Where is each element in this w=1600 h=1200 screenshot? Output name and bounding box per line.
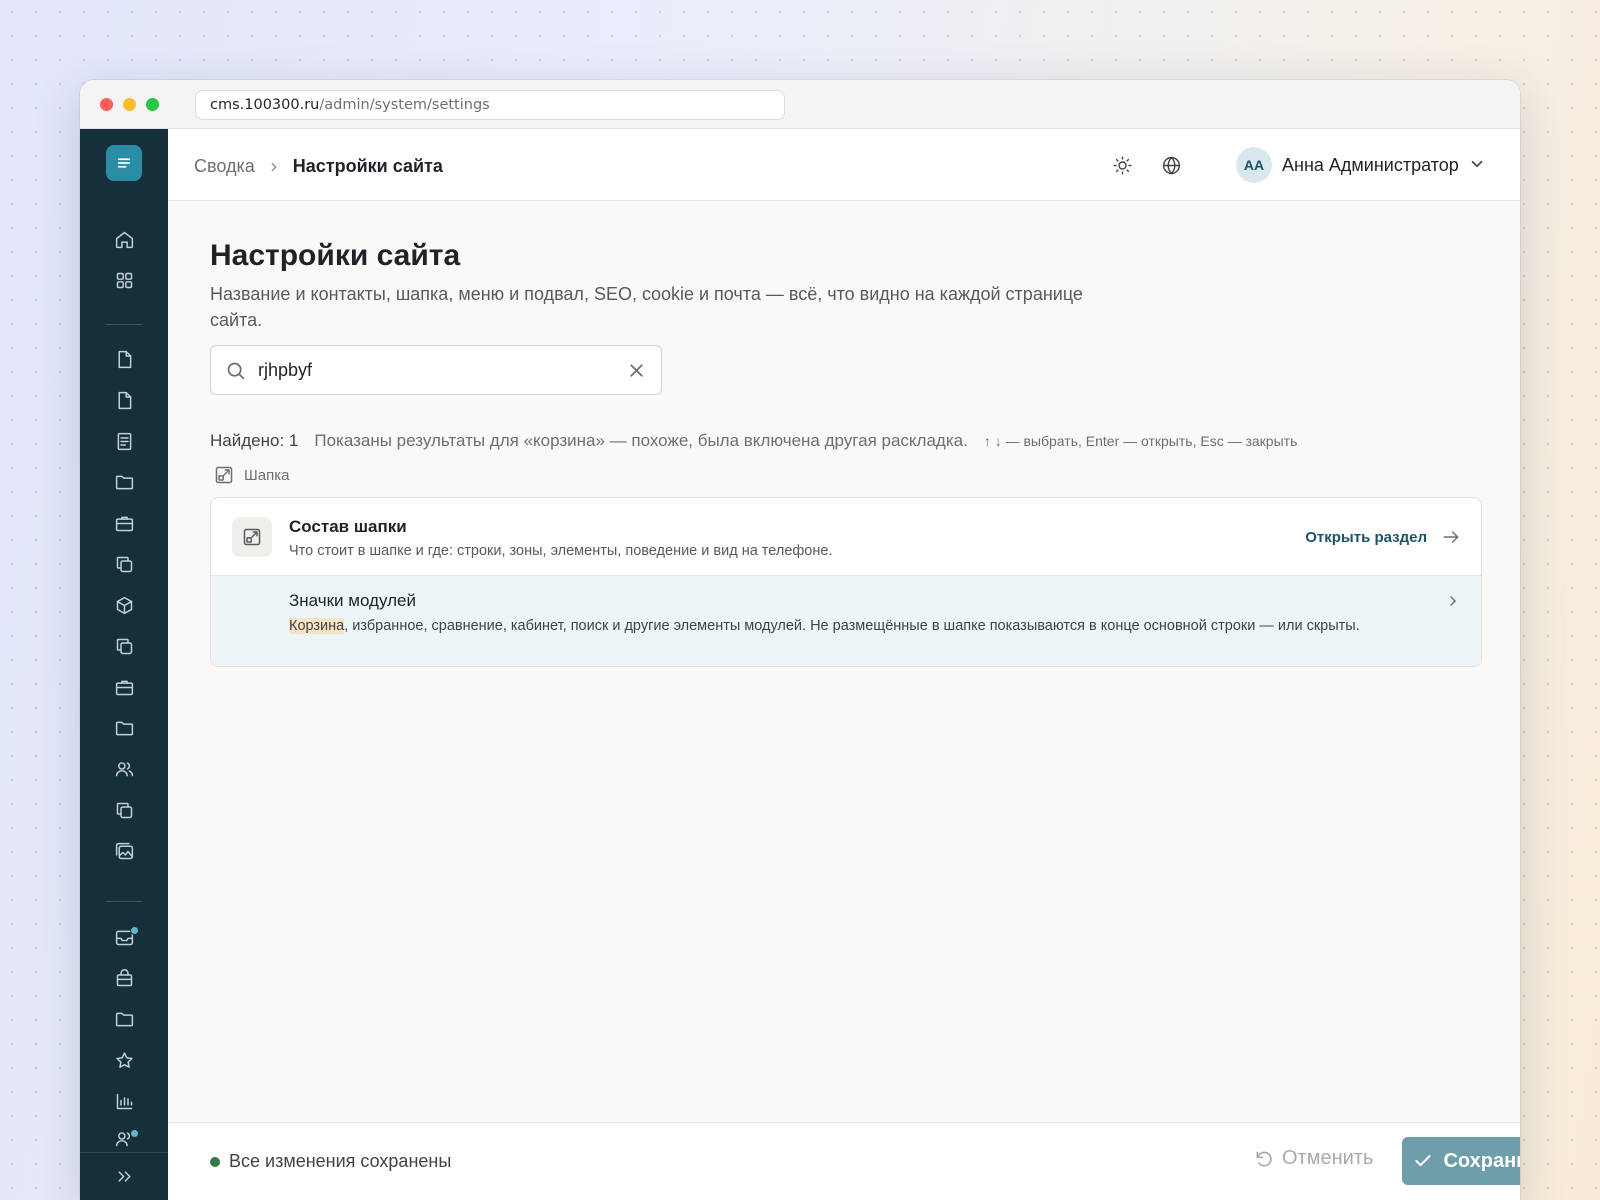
result-group-label: Шапка [214,465,289,485]
list-icon[interactable] [112,429,136,453]
settings-search-field[interactable]: rjhpbyf [210,345,662,395]
results-count: Найдено: 1 [210,431,299,450]
check-icon [1415,1155,1432,1167]
save-button[interactable]: Сохранить [1402,1137,1520,1185]
result-item-title: Значки модулей [289,591,416,610]
search-input-value[interactable]: rjhpbyf [258,360,312,381]
breadcrumb-current: Настройки сайта [292,156,443,176]
notification-dot [130,926,139,935]
sidebar-footer-divider [80,1152,168,1153]
header-section-icon [232,517,272,557]
clear-search-close-icon[interactable] [626,360,647,386]
open-section-label: Открыть раздел [1305,528,1427,546]
save-label: Сохранить [1443,1149,1520,1172]
saved-status-text: Все изменения сохранены [229,1151,452,1171]
cancel-button[interactable]: Отменить [1254,1147,1373,1170]
home-icon[interactable] [112,227,136,251]
notification-dot [130,1129,139,1138]
chevron-right-icon [267,160,281,174]
expand-sidebar-icon[interactable] [112,1164,136,1188]
top-bar: Сводка Настройки сайта AA Анна Администр… [168,129,1520,201]
maximize-window-button[interactable] [146,97,159,111]
page-title: Настройки сайта [210,239,461,272]
header-section-icon [215,466,233,484]
folder-icon[interactable] [112,1007,136,1031]
avatar[interactable]: AA [1236,147,1272,183]
cancel-label: Отменить [1282,1147,1374,1169]
user-name[interactable]: Анна Администратор [1282,155,1459,176]
file-icon[interactable] [112,388,136,412]
apps-icon[interactable] [112,268,136,292]
search-icon [225,360,246,386]
chart-icon[interactable] [112,1089,136,1113]
browser-chrome: cms.100300.ru/admin/system/settings [80,80,1520,129]
briefcase-icon[interactable] [112,675,136,699]
browser-window: cms.100300.ru/admin/system/settings Свод… [80,80,1520,1200]
main-area: Сводка Настройки сайта AA Анна Администр… [168,129,1520,1200]
folder-icon[interactable] [112,470,136,494]
open-section-link[interactable]: Открыть раздел [1305,527,1461,547]
breadcrumb-root-link[interactable]: Сводка [194,156,255,177]
arrow-right-icon [1443,531,1459,543]
layout-hint: Показаны результаты для «корзина» — похо… [314,431,968,450]
bag-icon[interactable] [112,966,136,990]
close-window-button[interactable] [100,97,113,111]
undo-icon [1256,1151,1272,1167]
layers-icon[interactable] [112,798,136,822]
chevron-right-icon [1445,593,1461,614]
breadcrumb: Сводка Настройки сайта [194,156,443,177]
logo-button[interactable] [106,145,142,181]
section-subtitle: Что стоит в шапке и где: строки, зоны, э… [289,543,833,559]
saved-status-dot [210,1157,220,1167]
result-item-row[interactable]: Значки модулей Корзина, избранное, сравн… [211,576,1481,666]
file-icon[interactable] [112,347,136,371]
menu-lines-icon [117,158,131,168]
result-item-description-text: , избранное, сравнение, кабинет, поиск и… [344,618,1360,634]
language-globe-icon[interactable] [1159,153,1183,177]
users-icon[interactable] [112,757,136,781]
group-label-text: Шапка [244,466,290,484]
result-item-description: Корзина, избранное, сравнение, кабинет, … [289,616,1379,637]
folder-icon[interactable] [112,716,136,740]
page-description: Название и контакты, шапка, меню и подва… [210,284,1083,330]
chevron-down-icon[interactable] [1468,155,1486,178]
search-highlight: Корзина [289,618,345,634]
result-card: Состав шапки Что стоит в шапке и где: ст… [210,497,1482,667]
layers-icon[interactable] [112,552,136,576]
sidebar-divider [106,901,142,902]
section-title: Состав шапки [289,517,407,536]
star-icon[interactable] [112,1048,136,1072]
url-host: cms.100300.ru [210,97,320,113]
sidebar [80,129,168,1200]
result-section-header[interactable]: Состав шапки Что стоит в шапке и где: ст… [211,498,1481,576]
search-meta: Найдено: 1 Показаны результаты для «корз… [210,431,1297,451]
theme-toggle-sun-icon[interactable] [1110,153,1134,177]
keyboard-hint: ↑ ↓ — выбрать, Enter — открыть, Esc — за… [983,433,1298,449]
briefcase-icon[interactable] [112,511,136,535]
gallery-icon[interactable] [112,839,136,863]
box-icon[interactable] [112,593,136,617]
url-path: /admin/system/settings [319,97,490,113]
layers-icon[interactable] [112,634,136,658]
save-bar: Все изменения сохранены Отменить Сохрани… [168,1122,1520,1200]
sidebar-divider [106,324,142,325]
address-bar[interactable]: cms.100300.ru/admin/system/settings [195,90,785,120]
minimize-window-button[interactable] [123,97,136,111]
